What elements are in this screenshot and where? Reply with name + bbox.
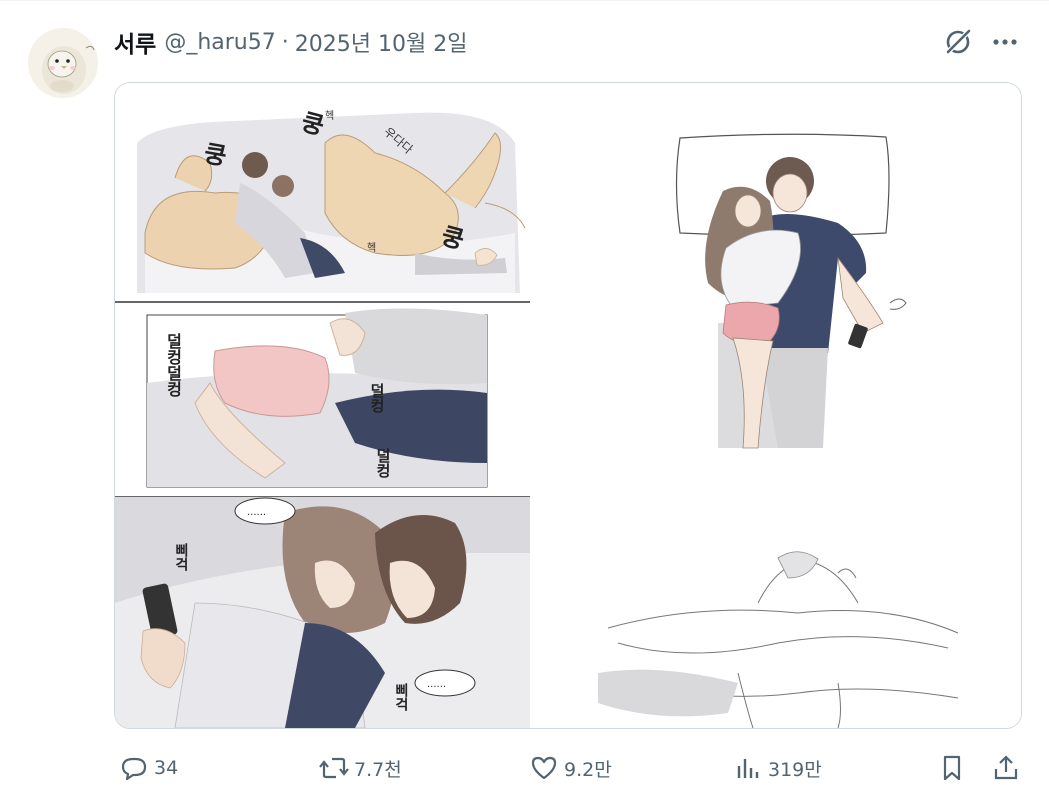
more-button[interactable]: [985, 22, 1025, 62]
post-header: 서루 @_haru57 · 2025년 10월 2일: [114, 22, 467, 62]
bookmark-icon: [932, 748, 972, 788]
reply-count: 34: [154, 757, 179, 779]
sfx-squeak-1: 삐걱: [173, 543, 189, 572]
avatar-bird-illustration: [28, 28, 98, 98]
sfx-pant-1: 헥: [325, 110, 334, 122]
sketch-illustration: [538, 83, 1021, 728]
sfx-bounce-2: 덜컹: [368, 382, 386, 414]
sfx-bounce-3: 덜컹: [374, 447, 392, 479]
sfx-squeak-2: 삐걱: [393, 683, 409, 712]
sfx-ellipsis-2: ......: [427, 679, 446, 690]
reply-icon: [114, 748, 154, 788]
share-button[interactable]: [986, 744, 1026, 792]
media-image-sketch[interactable]: [538, 83, 1021, 728]
retweet-count: 7.7천: [354, 758, 402, 781]
like-button[interactable]: 9.2만: [524, 744, 612, 792]
top-divider: [0, 0, 1049, 1]
like-count: 9.2만: [564, 758, 612, 781]
comic-panel-3: ...... ...... 삐걱 삐걱: [115, 497, 530, 728]
views-count: 319만: [768, 758, 822, 781]
author-handle[interactable]: @_haru57: [164, 30, 275, 55]
author-name[interactable]: 서루: [114, 25, 156, 59]
sfx-ellipsis-1: ......: [247, 507, 266, 518]
comic-panel-1: 쿵 쿵 쿵 우다다 헥 헥: [137, 108, 526, 293]
media-gap: [530, 83, 538, 728]
header-separator: ·: [281, 29, 289, 55]
heart-icon: [524, 748, 564, 788]
views-icon: [728, 748, 768, 788]
avatar[interactable]: [28, 28, 98, 98]
reply-button[interactable]: 34: [114, 744, 178, 792]
comic-strip-illustration: 쿵 쿵 쿵 우다다 헥 헥 덜컹덜컹 덜컹 덜컹 ...... ...... 삐…: [115, 83, 530, 728]
bookmark-button[interactable]: [932, 744, 972, 792]
sfx-pant-2: 헥: [367, 242, 376, 254]
grok-icon: [945, 29, 971, 55]
more-icon: [993, 39, 1017, 45]
views-button[interactable]: 319만: [728, 744, 822, 792]
media-grid: 쿵 쿵 쿵 우다다 헥 헥 덜컹덜컹 덜컹 덜컹 ...... ...... 삐…: [114, 82, 1022, 729]
post-date[interactable]: 2025년 10월 2일: [295, 26, 468, 58]
comic-panel-2: 덜컹덜컹 덜컹 덜컹: [146, 308, 488, 488]
action-bar: 34 7.7천 9.2만 319만: [114, 744, 1022, 792]
retweet-icon: [314, 748, 354, 788]
sfx-bounce: 덜컹덜컹: [164, 332, 183, 398]
media-image-comic-strip[interactable]: 쿵 쿵 쿵 우다다 헥 헥 덜컹덜컹 덜컹 덜컹 ...... ...... 삐…: [115, 83, 530, 728]
retweet-button[interactable]: 7.7천: [314, 744, 402, 792]
grok-button[interactable]: [938, 22, 978, 62]
share-icon: [986, 748, 1026, 788]
